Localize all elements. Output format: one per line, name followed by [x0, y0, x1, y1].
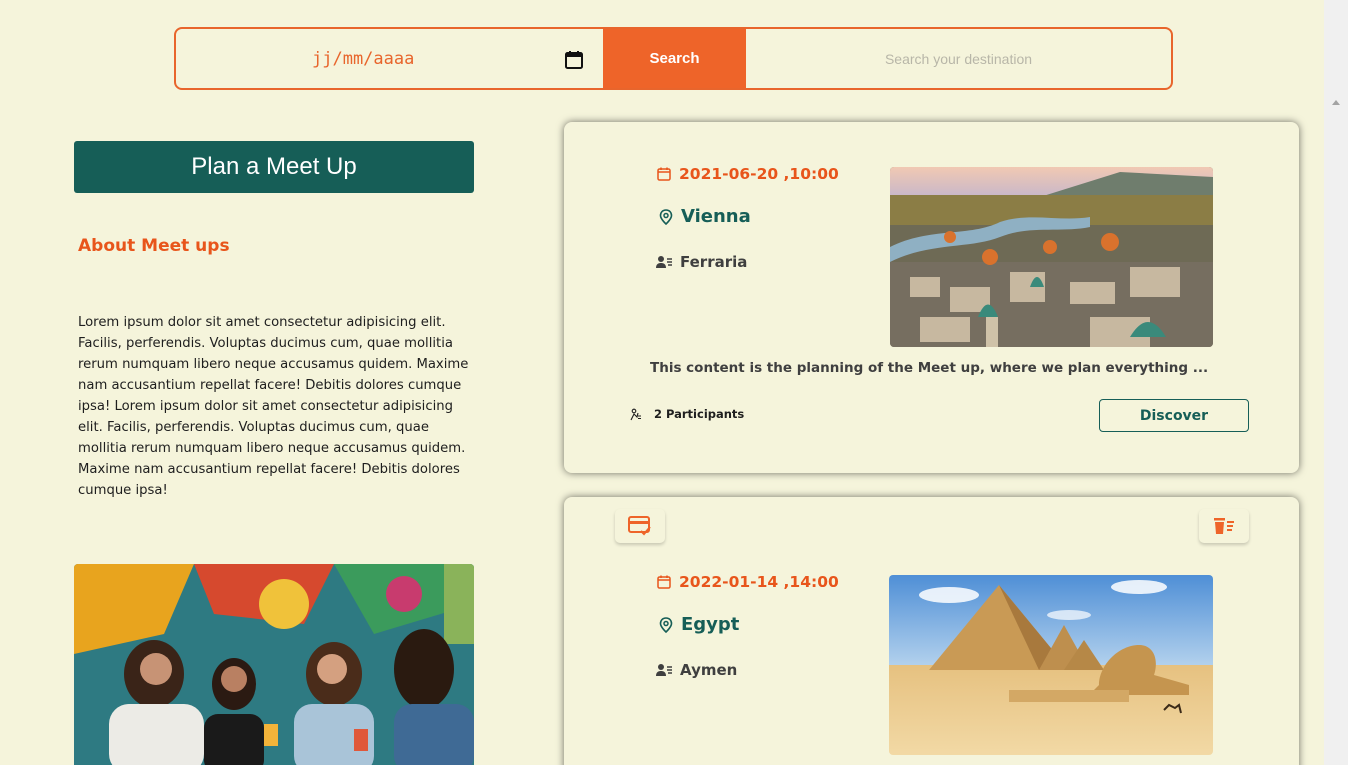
- search-bar: jj/mm/aaaa Search Search your destinatio…: [174, 27, 1173, 90]
- calendar-icon: [657, 167, 671, 181]
- date-input-placeholder: jj/mm/aaaa: [312, 49, 415, 69]
- trash-list-icon: [1214, 518, 1234, 534]
- user-list-icon: [656, 664, 672, 676]
- date-input[interactable]: jj/mm/aaaa: [176, 29, 603, 88]
- destination-search-input[interactable]: Search your destination: [746, 29, 1171, 88]
- delete-meetup-button[interactable]: [1199, 509, 1249, 543]
- search-button[interactable]: Search: [603, 29, 746, 88]
- meetup-city: Egypt: [681, 614, 740, 635]
- meetup-card: 2022-01-14 ,14:00 Egypt Aymen: [564, 497, 1299, 765]
- meetup-card: 2021-06-20 ,10:00 Vienna Ferraria This c…: [564, 122, 1299, 473]
- scrollbar[interactable]: [1324, 0, 1348, 765]
- egypt-photo: [889, 575, 1213, 755]
- discover-button[interactable]: Discover: [1099, 399, 1249, 432]
- meetup-date: 2022-01-14 ,14:00: [679, 573, 839, 591]
- meetup-city: Vienna: [681, 206, 751, 227]
- meetup-host: Ferraria: [680, 253, 748, 271]
- participants-count: 2 Participants: [654, 407, 745, 421]
- plan-meetup-button[interactable]: Plan a Meet Up: [74, 141, 474, 193]
- location-pin-icon: [659, 208, 673, 225]
- meetup-host-row: Aymen: [656, 661, 737, 679]
- meetup-description: This content is the planning of the Meet…: [650, 360, 1209, 376]
- participants-icon: [630, 408, 641, 420]
- meetup-date: 2021-06-20 ,10:00: [679, 165, 839, 183]
- meetup-host: Aymen: [680, 661, 738, 679]
- calendar-picker-icon[interactable]: [564, 50, 584, 70]
- meetup-date-row: 2022-01-14 ,14:00: [657, 573, 839, 591]
- scroll-up-arrow-icon[interactable]: [1332, 100, 1340, 105]
- participants-row: 2 Participants: [630, 407, 744, 421]
- meetup-location-row: Egypt: [659, 614, 739, 635]
- user-list-icon: [656, 256, 672, 268]
- vienna-photo: [890, 167, 1213, 347]
- meetup-location-row: Vienna: [659, 206, 751, 227]
- friends-photo: [74, 564, 474, 765]
- meetup-date-row: 2021-06-20 ,10:00: [657, 165, 839, 183]
- card-check-icon: [628, 516, 651, 536]
- about-meetups-text: Lorem ipsum dolor sit amet consectetur a…: [78, 315, 469, 498]
- location-pin-icon: [659, 616, 673, 633]
- calendar-icon: [657, 575, 671, 589]
- confirm-booking-button[interactable]: [615, 509, 665, 543]
- meetup-host-row: Ferraria: [656, 253, 747, 271]
- about-meetups-title: About Meet ups: [78, 236, 230, 256]
